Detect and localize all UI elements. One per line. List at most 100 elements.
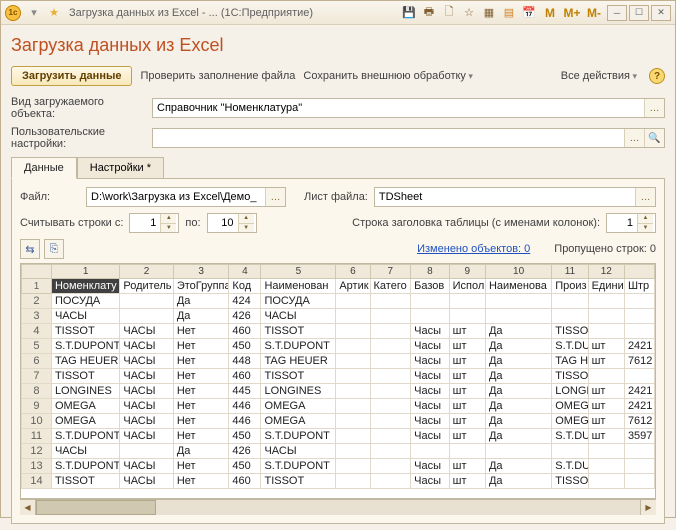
data-cell[interactable]: Да: [173, 444, 229, 459]
data-cell[interactable]: шт: [449, 414, 485, 429]
data-cell[interactable]: [449, 444, 485, 459]
data-cell[interactable]: 2421: [624, 399, 654, 414]
data-cell[interactable]: [336, 324, 370, 339]
data-cell[interactable]: [336, 474, 370, 489]
object-type-select-icon[interactable]: …: [644, 99, 664, 117]
data-cell[interactable]: Да: [485, 384, 551, 399]
data-cell[interactable]: 460: [229, 474, 261, 489]
field-header-cell[interactable]: Код: [229, 279, 261, 294]
data-cell[interactable]: 424: [229, 294, 261, 309]
user-settings-field[interactable]: [153, 129, 624, 147]
read-to-field[interactable]: [208, 214, 238, 232]
data-cell[interactable]: шт: [449, 369, 485, 384]
data-cell[interactable]: ЧАСЫ: [51, 444, 119, 459]
data-cell[interactable]: Часы: [411, 354, 449, 369]
data-cell[interactable]: шт: [588, 414, 624, 429]
data-cell[interactable]: Нет: [173, 429, 229, 444]
row-header[interactable]: 13: [22, 459, 52, 474]
data-cell[interactable]: [370, 474, 411, 489]
spin-down-icon[interactable]: ▼: [160, 224, 176, 233]
row-header[interactable]: 7: [22, 369, 52, 384]
data-cell[interactable]: [624, 459, 654, 474]
data-cell[interactable]: шт: [588, 354, 624, 369]
data-cell[interactable]: TISSOT: [552, 474, 588, 489]
data-cell[interactable]: [336, 444, 370, 459]
field-header-cell[interactable]: Наименован: [261, 279, 336, 294]
data-cell[interactable]: [624, 324, 654, 339]
data-cell[interactable]: Часы: [411, 399, 449, 414]
col-num-header[interactable]: 6: [336, 265, 370, 279]
data-cell[interactable]: LONGINES: [552, 384, 588, 399]
field-header-cell[interactable]: Едини: [588, 279, 624, 294]
data-cell[interactable]: Нет: [173, 354, 229, 369]
col-num-header[interactable]: [624, 265, 654, 279]
data-cell[interactable]: [624, 369, 654, 384]
spin-up-icon[interactable]: ▲: [160, 214, 176, 224]
data-cell[interactable]: шт: [449, 429, 485, 444]
sheet-field[interactable]: [375, 188, 635, 206]
row-header[interactable]: 14: [22, 474, 52, 489]
col-num-header[interactable]: 5: [261, 265, 336, 279]
data-cell[interactable]: [411, 294, 449, 309]
data-cell[interactable]: TISSOT: [261, 324, 336, 339]
data-cell[interactable]: Нет: [173, 369, 229, 384]
data-cell[interactable]: TISSOT: [51, 474, 119, 489]
data-cell[interactable]: [485, 444, 551, 459]
row-header[interactable]: 4: [22, 324, 52, 339]
data-cell[interactable]: Да: [485, 399, 551, 414]
data-cell[interactable]: ЧАСЫ: [51, 309, 119, 324]
data-cell[interactable]: ЧАСЫ: [120, 339, 173, 354]
user-settings-select-icon[interactable]: …: [624, 129, 644, 147]
data-cell[interactable]: [120, 444, 173, 459]
copy-icon[interactable]: ⎘: [44, 239, 64, 259]
data-cell[interactable]: 446: [229, 399, 261, 414]
file-path-input[interactable]: …: [86, 187, 286, 207]
field-header-cell[interactable]: Родитель: [120, 279, 173, 294]
scroll-right-icon[interactable]: ▶: [640, 500, 656, 515]
data-cell[interactable]: Да: [485, 459, 551, 474]
data-cell[interactable]: [370, 459, 411, 474]
data-cell[interactable]: ЧАСЫ: [120, 459, 173, 474]
data-cell[interactable]: Нет: [173, 414, 229, 429]
data-cell[interactable]: шт: [449, 384, 485, 399]
scroll-left-icon[interactable]: ◀: [20, 500, 36, 515]
data-cell[interactable]: 426: [229, 309, 261, 324]
data-cell[interactable]: Нет: [173, 474, 229, 489]
data-cell[interactable]: шт: [449, 399, 485, 414]
row-header[interactable]: 8: [22, 384, 52, 399]
data-cell[interactable]: [624, 309, 654, 324]
data-cell[interactable]: [336, 429, 370, 444]
data-cell[interactable]: Да: [173, 294, 229, 309]
data-cell[interactable]: TISSOT: [51, 369, 119, 384]
save-icon[interactable]: 💾: [400, 4, 418, 22]
data-cell[interactable]: Нет: [173, 459, 229, 474]
col-num-header[interactable]: 10: [485, 265, 551, 279]
data-cell[interactable]: ЧАСЫ: [120, 474, 173, 489]
data-cell[interactable]: 448: [229, 354, 261, 369]
data-cell[interactable]: Нет: [173, 324, 229, 339]
m-button[interactable]: M: [539, 6, 561, 20]
data-cell[interactable]: [370, 399, 411, 414]
read-from-field[interactable]: [130, 214, 160, 232]
data-cell[interactable]: Часы: [411, 384, 449, 399]
field-header-cell[interactable]: Наименова: [485, 279, 551, 294]
data-cell[interactable]: S.T.DUPONT: [51, 429, 119, 444]
data-cell[interactable]: TISSOT: [261, 474, 336, 489]
data-cell[interactable]: TISSOT: [552, 324, 588, 339]
check-file-action[interactable]: Проверить заполнение файла: [140, 70, 295, 82]
data-cell[interactable]: шт: [449, 474, 485, 489]
row-header[interactable]: 1: [22, 279, 52, 294]
data-cell[interactable]: OMEGA: [51, 414, 119, 429]
data-cell[interactable]: [552, 309, 588, 324]
row-header[interactable]: 9: [22, 399, 52, 414]
all-actions-menu[interactable]: Все действия: [561, 70, 637, 82]
data-cell[interactable]: шт: [449, 459, 485, 474]
data-cell[interactable]: [588, 309, 624, 324]
data-cell[interactable]: [336, 309, 370, 324]
data-cell[interactable]: шт: [588, 399, 624, 414]
data-cell[interactable]: OMEGA: [261, 399, 336, 414]
tab-data[interactable]: Данные: [11, 157, 77, 179]
m-plus-button[interactable]: M+: [561, 6, 583, 20]
data-cell[interactable]: 450: [229, 429, 261, 444]
header-row-field[interactable]: [607, 214, 637, 232]
